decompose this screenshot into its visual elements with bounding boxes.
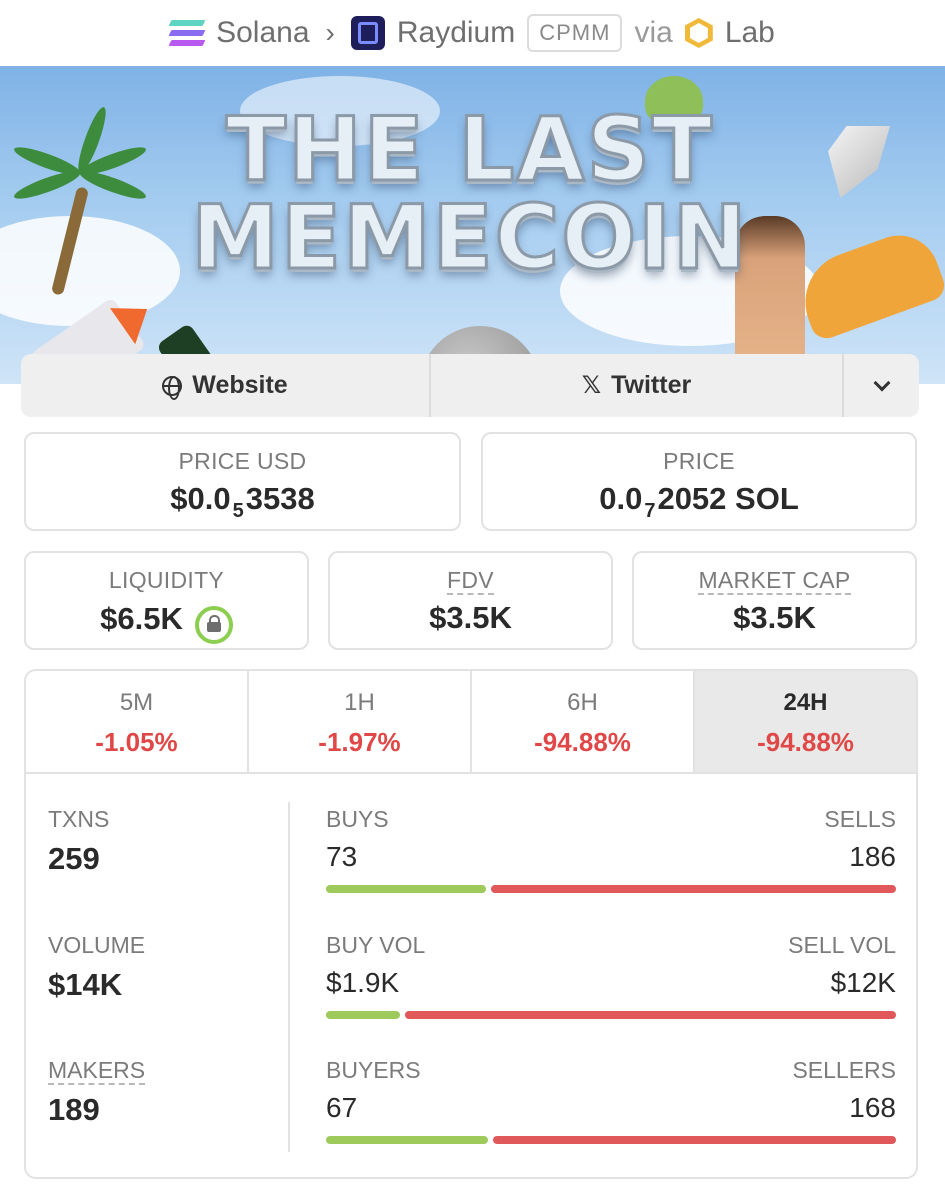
tab-24h[interactable]: 24H -94.88% bbox=[695, 671, 916, 772]
twitter-button[interactable]: 𝕏 Twitter bbox=[431, 354, 844, 417]
tab-change: -1.05% bbox=[95, 727, 178, 757]
buy-bar bbox=[326, 1136, 489, 1144]
buys-label: BUYS bbox=[326, 806, 389, 832]
price-native-prefix: 0.0 bbox=[599, 481, 643, 516]
buy-vol-value: $1.9K bbox=[326, 967, 400, 998]
sell-bar bbox=[405, 1011, 896, 1019]
txns-stat: TXNS 259 bbox=[48, 806, 268, 877]
stats-body: TXNS 259 VOLUME $14K MAKERS 189 BUYS SELL… bbox=[26, 774, 916, 1177]
tab-label: 5M bbox=[119, 689, 154, 716]
buyers-label: BUYERS bbox=[326, 1057, 421, 1083]
sports-car-icon bbox=[791, 224, 945, 343]
buys-sells-bar: BUYS SELLS 73 186 bbox=[326, 806, 896, 893]
buyers-sellers-bar: BUYERS SELLERS 67 168 bbox=[326, 1057, 896, 1144]
sell-bar bbox=[490, 885, 896, 893]
volume-label: VOLUME bbox=[48, 932, 146, 958]
cloud-decoration bbox=[0, 216, 180, 326]
makers-label[interactable]: MAKERS bbox=[48, 1057, 146, 1085]
fdv-value: $3.5K bbox=[429, 600, 512, 635]
tab-label: 24H bbox=[783, 689, 828, 716]
twitter-label: Twitter bbox=[611, 371, 692, 399]
volume-value: $14K bbox=[48, 967, 123, 1002]
sells-value: 186 bbox=[849, 841, 896, 872]
timeframe-tabs: 5M -1.05% 1H -1.97% 6H -94.88% 24H -94.8… bbox=[26, 671, 916, 774]
chevron-down-icon bbox=[873, 374, 890, 391]
website-button[interactable]: Website bbox=[21, 354, 431, 417]
price-usd-prefix: $0.0 bbox=[170, 481, 231, 516]
liquidity-label: LIQUIDITY bbox=[108, 567, 225, 593]
market-cap-value: $3.5K bbox=[733, 600, 816, 635]
price-native-value: 0.0 7 2052 SOL bbox=[483, 481, 915, 522]
sell-bar bbox=[493, 1136, 896, 1144]
ratio-track bbox=[326, 1136, 896, 1144]
makers-value: 189 bbox=[48, 1092, 100, 1127]
diamond-icon bbox=[828, 126, 890, 198]
txns-value: 259 bbox=[48, 841, 100, 876]
banner-title-line1: THE LAST bbox=[224, 98, 714, 201]
sell-vol-value: $12K bbox=[830, 967, 896, 998]
price-native-digits: 2052 SOL bbox=[657, 481, 799, 516]
tab-1h[interactable]: 1H -1.97% bbox=[249, 671, 472, 772]
price-usd-zero-count: 5 bbox=[232, 500, 244, 522]
sell-vol-label: SELL VOL bbox=[788, 932, 896, 958]
via-label: via bbox=[634, 16, 673, 49]
breadcrumb-source[interactable]: Lab bbox=[725, 16, 775, 50]
tab-label: 1H bbox=[344, 689, 375, 716]
ratio-track bbox=[326, 1011, 896, 1019]
ratio-track bbox=[326, 885, 896, 893]
buy-bar bbox=[326, 885, 486, 893]
liquidity-value-row: $6.5K bbox=[26, 600, 307, 644]
volume-bar: BUY VOL SELL VOL $1.9K $12K bbox=[326, 932, 896, 1019]
social-links-bar: Website 𝕏 Twitter bbox=[21, 354, 919, 417]
token-banner: THE LAST MEMECOIN bbox=[0, 66, 945, 384]
raydium-logo-icon bbox=[350, 16, 385, 50]
tab-6h[interactable]: 6H -94.88% bbox=[472, 671, 695, 772]
market-cap-card: MARKET CAP $3.5K bbox=[632, 551, 917, 650]
chevron-right-icon: › bbox=[325, 17, 335, 48]
price-usd-label: PRICE USD bbox=[178, 448, 307, 474]
sellers-value: 168 bbox=[849, 1092, 896, 1123]
solana-logo-icon bbox=[168, 20, 206, 46]
tab-label: 6H bbox=[567, 689, 598, 716]
buys-value: 73 bbox=[326, 841, 358, 872]
x-logo-icon: 𝕏 bbox=[581, 372, 602, 399]
buyers-value: 67 bbox=[326, 1092, 358, 1123]
price-usd-value: $0.0 5 3538 bbox=[26, 481, 459, 522]
fdv-card: FDV $3.5K bbox=[328, 551, 613, 650]
txns-label: TXNS bbox=[48, 806, 110, 832]
palm-tree-icon bbox=[11, 104, 149, 206]
makers-stat: MAKERS 189 bbox=[48, 1057, 268, 1128]
liquidity-value: $6.5K bbox=[100, 601, 183, 636]
txn-stats-panel: 5M -1.05% 1H -1.97% 6H -94.88% 24H -94.8… bbox=[24, 669, 918, 1179]
liquidity-card: LIQUIDITY $6.5K bbox=[24, 551, 309, 650]
price-usd-digits: 3538 bbox=[245, 481, 315, 516]
pool-type-badge: CPMM bbox=[527, 14, 623, 52]
banner-title: THE LAST MEMECOIN bbox=[190, 98, 750, 289]
tab-5m[interactable]: 5M -1.05% bbox=[26, 671, 249, 772]
buy-vol-label: BUY VOL bbox=[326, 932, 426, 958]
tab-change: -94.88% bbox=[534, 727, 631, 757]
breadcrumb: Solana › Raydium CPMM via Lab bbox=[0, 0, 945, 66]
website-label: Website bbox=[192, 371, 288, 399]
breadcrumb-dex[interactable]: Raydium bbox=[397, 16, 515, 50]
lock-icon[interactable] bbox=[194, 606, 233, 644]
price-native-zero-count: 7 bbox=[644, 500, 656, 522]
tab-change: -94.88% bbox=[757, 727, 854, 757]
lab-logo-icon bbox=[684, 18, 713, 48]
price-native-card: PRICE 0.0 7 2052 SOL bbox=[481, 432, 917, 531]
buy-bar bbox=[326, 1011, 401, 1019]
volume-stat: VOLUME $14K bbox=[48, 932, 268, 1003]
more-links-button[interactable] bbox=[844, 354, 919, 417]
globe-icon bbox=[162, 375, 183, 400]
price-native-label: PRICE bbox=[663, 448, 735, 474]
fdv-label[interactable]: FDV bbox=[447, 567, 494, 595]
price-usd-card: PRICE USD $0.0 5 3538 bbox=[24, 432, 461, 531]
sells-label: SELLS bbox=[824, 806, 896, 832]
banner-title-line2: MEMECOIN bbox=[190, 186, 749, 289]
market-cap-label[interactable]: MARKET CAP bbox=[698, 567, 851, 595]
tab-change: -1.97% bbox=[318, 727, 401, 757]
breadcrumb-chain[interactable]: Solana bbox=[216, 16, 309, 50]
sellers-label: SELLERS bbox=[792, 1057, 896, 1083]
divider bbox=[288, 802, 290, 1152]
